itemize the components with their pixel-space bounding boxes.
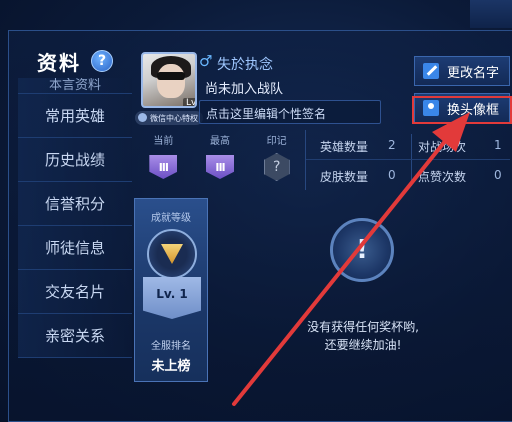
male-icon: ♂ (199, 52, 213, 70)
rank-mark[interactable]: 印记 ? (248, 128, 305, 190)
achievement-emblem-icon (147, 229, 197, 279)
user-icon (423, 100, 439, 116)
rename-button[interactable]: 更改名字 (414, 56, 510, 86)
sidebar-item-match-history[interactable]: 历史战绩 (18, 138, 132, 182)
pen-icon (423, 63, 439, 79)
sidebar: 本言资料 常用英雄 历史战绩 信誉积分 师徒信息 交友名片 亲密关系 (18, 78, 132, 388)
hero-count: 2 (388, 138, 396, 152)
avatar[interactable]: Lv.4 (141, 52, 197, 108)
rank-highest-icon: III (206, 155, 234, 179)
sidebar-item-friend-card[interactable]: 交友名片 (18, 270, 132, 314)
sidebar-item-label: 信誉积分 (44, 195, 105, 213)
rank-row: 当前 III 最高 III 印记 ? (135, 128, 305, 190)
player-name: 失於执念 (217, 57, 273, 73)
sidebar-item-common-heroes[interactable]: 常用英雄 (18, 94, 132, 138)
sidebar-item-intimacy[interactable]: 亲密关系 (18, 314, 132, 358)
skin-count: 0 (388, 168, 396, 182)
rank-current-icon: III (149, 155, 178, 179)
like-count: 0 (494, 168, 502, 182)
help-icon[interactable]: ? (91, 50, 113, 72)
like-count-label: 点赞次数 (418, 170, 467, 184)
exclamation-icon: ! (330, 218, 394, 282)
sidebar-item-label: 本言资料 (48, 78, 101, 93)
rank-current-label: 当前 (153, 136, 174, 147)
stats-panel: 英雄数量 2 对战场次 1 皮肤数量 0 点赞次数 0 (305, 130, 510, 190)
stats-row: 皮肤数量 0 点赞次数 0 (306, 162, 510, 190)
rank-mark-label: 印记 (266, 136, 287, 147)
avatar-glasses (157, 72, 185, 80)
avatar-face (157, 64, 185, 98)
change-avatar-frame-button[interactable]: 换头像框 (414, 93, 510, 123)
empty-state-line1: 没有获得任何奖杯哟, (307, 320, 419, 334)
sidebar-item-label: 历史战绩 (44, 151, 105, 169)
achievement-level: Lv. 1 (156, 287, 188, 301)
match-count-label: 对战场次 (418, 140, 467, 154)
stats-row: 英雄数量 2 对战场次 1 (306, 132, 510, 160)
empty-state-text: 没有获得任何奖杯哟, 还要继续加油! (268, 318, 458, 354)
team-status: 尚未加入战队 (205, 82, 284, 97)
rank-highest[interactable]: 最高 III (192, 128, 249, 190)
skin-count-label: 皮肤数量 (320, 170, 369, 184)
rank-highest-label: 最高 (210, 136, 230, 147)
top-right-corner (470, 0, 512, 28)
panel-title-tab: 资料 ? (18, 40, 132, 82)
privilege-badge[interactable]: 微信中心特权 (135, 111, 203, 125)
hero-count-label: 英雄数量 (320, 140, 369, 154)
sidebar-item-mentor-info[interactable]: 师徒信息 (18, 226, 132, 270)
sidebar-item-label: 亲密关系 (44, 327, 105, 345)
match-count: 1 (494, 138, 502, 152)
empty-state-line2: 还要继续加油! (324, 338, 402, 352)
achievement-card[interactable]: 成就等级 Lv. 1 全服排名 未上榜 (134, 198, 208, 382)
sidebar-item-label: 交友名片 (44, 283, 105, 301)
change-avatar-frame-label: 换头像框 (447, 102, 500, 118)
achievement-rank-label: 全服排名 (151, 341, 191, 352)
sidebar-item-basic-info[interactable]: 本言资料 (18, 78, 132, 94)
player-level: Lv.4 (183, 98, 195, 106)
sidebar-item-credit-score[interactable]: 信誉积分 (18, 182, 132, 226)
emblem-triangle (161, 244, 183, 264)
sidebar-item-label: 师徒信息 (44, 239, 105, 257)
mark-icon: ? (263, 153, 290, 181)
achievement-title: 成就等级 (151, 213, 191, 224)
profile-card: Lv.4 微信中心特权 ♂ 失於执念 尚未加入战队 点击这里编辑个性签名 (135, 48, 385, 128)
sidebar-item-label: 常用英雄 (44, 107, 105, 125)
achievement-banner: Lv. 1 (143, 277, 201, 319)
rank-current[interactable]: 当前 III (135, 128, 192, 190)
panel-title: 资料 (37, 50, 81, 75)
rename-label: 更改名字 (447, 65, 500, 81)
signature-field[interactable]: 点击这里编辑个性签名 (199, 100, 381, 124)
achievement-rank-value: 未上榜 (151, 359, 191, 374)
